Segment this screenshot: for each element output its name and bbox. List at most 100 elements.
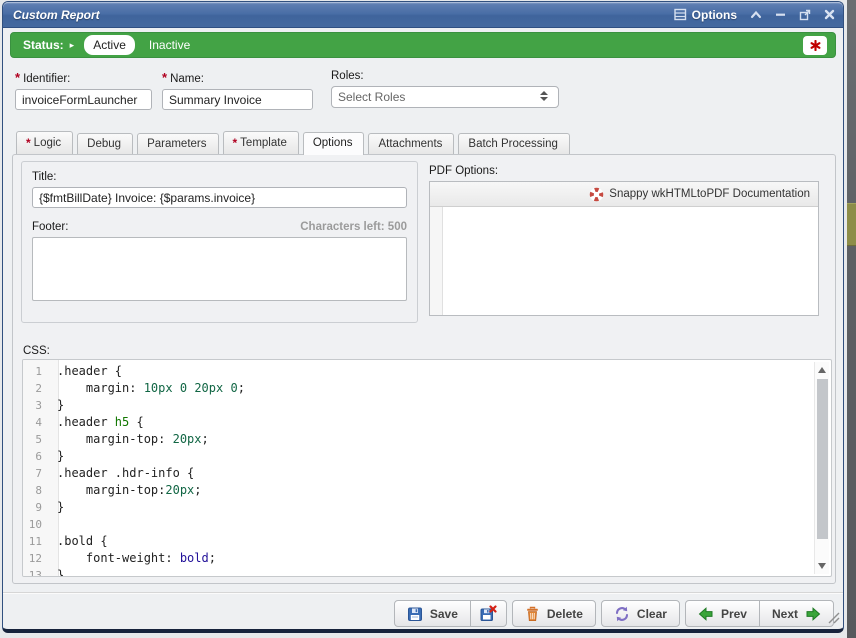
roles-selected-value: Select Roles	[338, 90, 405, 104]
next-button[interactable]: Next	[759, 600, 834, 627]
background-window-edge	[847, 0, 856, 638]
next-label: Next	[772, 607, 798, 621]
identifier-field-group: *Identifier:	[15, 70, 152, 110]
code-line: 4.header h5 {	[23, 414, 831, 431]
asterisk-icon	[810, 40, 821, 51]
code-line: 13}	[23, 567, 831, 577]
footer-textarea[interactable]	[32, 237, 407, 301]
line-number: 1	[23, 363, 52, 380]
snappy-documentation-link[interactable]: Snappy wkHTMLtoPDF Documentation	[609, 188, 810, 200]
resize-handle[interactable]	[825, 609, 840, 627]
code-text: }	[52, 448, 64, 465]
tab-template[interactable]: *Template	[223, 131, 299, 154]
tab-options[interactable]: Options	[303, 132, 365, 155]
title-input[interactable]	[32, 187, 407, 208]
tab-parameters[interactable]: Parameters	[137, 133, 218, 154]
required-fields-indicator-button[interactable]	[803, 36, 827, 55]
close-icon[interactable]	[824, 9, 835, 20]
save-and-close-button[interactable]	[470, 600, 507, 627]
collapse-button[interactable]	[750, 9, 762, 20]
delete-button[interactable]: Delete	[512, 600, 596, 627]
status-label: Status:	[23, 38, 64, 52]
dialog-titlebar[interactable]: Custom Report Options	[3, 2, 843, 28]
options-menu-label: Options	[692, 8, 737, 22]
titlebar-controls: Options	[674, 8, 835, 22]
name-label: Name:	[170, 73, 204, 85]
code-text: margin-top:20px;	[52, 482, 202, 499]
line-number: 4	[23, 414, 52, 431]
required-icon: *	[15, 70, 20, 85]
title-footer-group: Title: Footer: Characters left: 500	[21, 161, 418, 323]
line-number: 7	[23, 465, 52, 482]
clear-button[interactable]: Clear	[601, 600, 680, 627]
prev-button[interactable]: Prev	[685, 600, 760, 627]
tab-strip: *Logic Debug Parameters*TemplateOptions Att…	[12, 129, 836, 154]
pdf-options-header: Snappy wkHTMLtoPDF Documentation	[430, 182, 818, 207]
name-input[interactable]	[162, 89, 313, 110]
code-line: 9}	[23, 499, 831, 516]
tab-attachments[interactable]: Attachments	[368, 133, 454, 154]
save-label: Save	[430, 607, 458, 621]
tab-debug[interactable]: Debug	[77, 133, 133, 154]
status-caret-icon: ▸	[70, 41, 75, 50]
pdf-options-editor[interactable]	[430, 207, 818, 315]
code-line: 12 font-weight: bold;	[23, 550, 831, 567]
tab-area: *Logic Debug Parameters*TemplateOptions Att…	[12, 129, 836, 584]
line-number: 2	[23, 380, 52, 397]
toolbar-separator	[3, 592, 843, 593]
line-number: 10	[23, 516, 52, 533]
arrow-right-icon	[805, 607, 821, 621]
trash-icon	[525, 606, 540, 622]
status-inactive-button[interactable]: Inactive	[149, 38, 190, 52]
css-code-editor[interactable]: 1.header {2 margin: 10px 0 20px 0;3}4.he…	[22, 359, 832, 577]
roles-label: Roles:	[331, 70, 559, 82]
tab-label: Attachments	[378, 138, 442, 150]
grid-icon	[674, 8, 687, 21]
code-text	[52, 516, 57, 533]
options-menu-button[interactable]: Options	[674, 8, 737, 22]
line-number: 12	[23, 550, 52, 567]
tab-batch-processing[interactable]: Batch Processing	[458, 133, 570, 154]
code-line: 6}	[23, 448, 831, 465]
editor-scrollbar[interactable]	[814, 362, 829, 574]
css-label: CSS:	[23, 345, 50, 357]
refresh-icon	[614, 606, 630, 622]
scrollbar-thumb[interactable]	[817, 379, 828, 539]
tab-logic[interactable]: *Logic	[16, 131, 73, 154]
save-icon	[407, 606, 423, 622]
status-active-button[interactable]: Active	[84, 35, 135, 55]
bottom-toolbar: Save Delete Clear	[389, 600, 834, 627]
lifebuoy-icon	[589, 187, 604, 202]
characters-left-counter: Characters left: 500	[300, 221, 407, 233]
code-line: 8 margin-top:20px;	[23, 482, 831, 499]
identifier-input[interactable]	[15, 89, 152, 110]
minimize-button[interactable]	[775, 9, 786, 20]
arrow-left-icon	[698, 607, 714, 621]
code-text: }	[52, 397, 64, 414]
roles-select[interactable]: Select Roles	[331, 86, 559, 108]
tab-label: Debug	[87, 138, 121, 150]
status-bar: Status: ▸ Active Inactive	[10, 32, 836, 58]
scroll-down-arrow-icon[interactable]	[818, 563, 826, 569]
title-label: Title:	[32, 171, 407, 183]
prev-label: Prev	[721, 607, 747, 621]
tab-label: Batch Processing	[468, 138, 558, 150]
line-number: 11	[23, 533, 52, 550]
popout-button[interactable]	[799, 9, 811, 21]
line-number: 8	[23, 482, 52, 499]
code-line: 1.header {	[23, 363, 831, 380]
pdf-options-label: PDF Options:	[429, 165, 498, 177]
code-line: 10	[23, 516, 831, 533]
save-button[interactable]: Save	[394, 600, 471, 627]
dialog-title: Custom Report	[13, 8, 100, 22]
custom-report-dialog: Custom Report Options Status:	[2, 1, 844, 633]
roles-field-group: Roles: Select Roles	[331, 70, 559, 108]
scroll-up-arrow-icon[interactable]	[818, 367, 826, 373]
required-icon: *	[26, 136, 31, 150]
save-close-icon	[480, 605, 497, 622]
code-text: .header {	[52, 363, 122, 380]
line-number: 5	[23, 431, 52, 448]
required-icon: *	[162, 70, 167, 85]
delete-label: Delete	[547, 607, 583, 621]
pdf-editor-gutter	[430, 207, 443, 315]
